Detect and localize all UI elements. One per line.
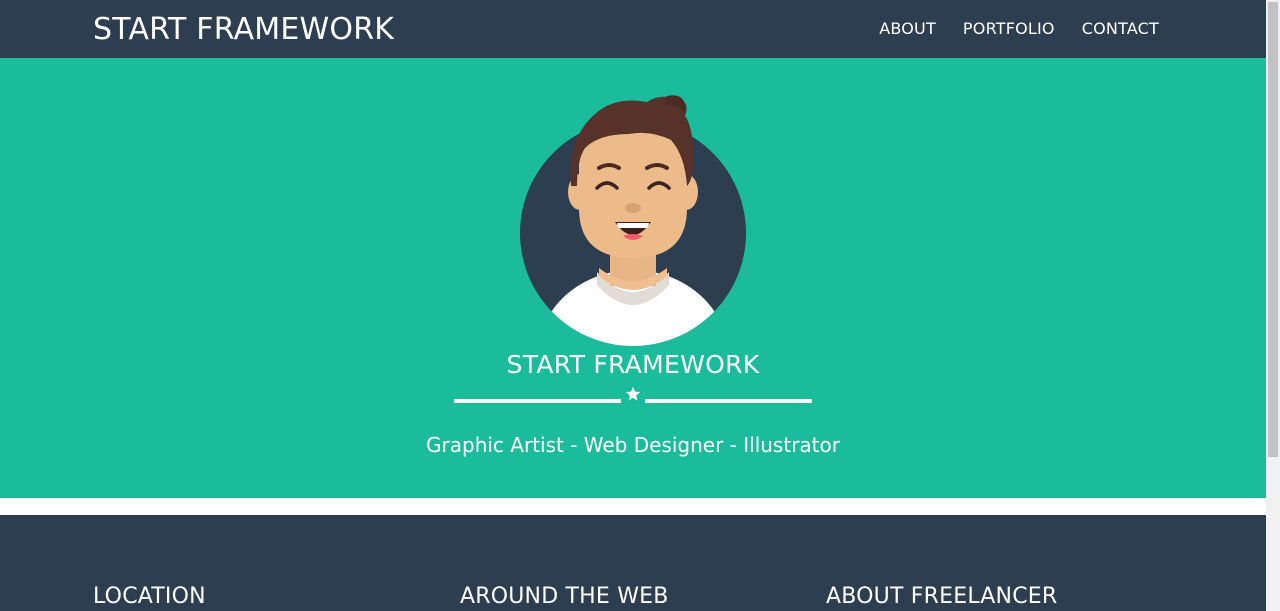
hero-title: START FRAMEWORK: [506, 350, 760, 379]
brand-link[interactable]: START FRAMEWORK: [93, 11, 394, 49]
vertical-scrollbar[interactable]: [1266, 0, 1280, 611]
nav-link-portfolio[interactable]: PORTFOLIO: [963, 19, 1055, 39]
nav-links: ABOUT PORTFOLIO CONTACT: [879, 19, 1159, 39]
navbar: START FRAMEWORK ABOUT PORTFOLIO CONTACT: [0, 0, 1266, 58]
footer-heading-around-the-web: AROUND THE WEB: [460, 584, 669, 609]
hero-divider: [454, 384, 812, 406]
hero-section: START FRAMEWORK Graphic Artist - Web Des…: [0, 58, 1266, 498]
nav-link-contact[interactable]: CONTACT: [1082, 19, 1159, 39]
divider-line-left: [454, 399, 621, 403]
footer: LOCATION AROUND THE WEB ABOUT FREELANCER: [0, 515, 1266, 611]
scrollbar-thumb[interactable]: [1268, 2, 1278, 457]
avatar-illustration: [520, 95, 746, 346]
page: START FRAMEWORK ABOUT PORTFOLIO CONTACT: [0, 0, 1266, 611]
hero-subtitle: Graphic Artist - Web Designer - Illustra…: [426, 433, 840, 457]
nav-link-about[interactable]: ABOUT: [879, 19, 936, 39]
footer-heading-about-freelancer: ABOUT FREELANCER: [826, 584, 1058, 609]
star-icon: [625, 386, 641, 401]
divider-line-right: [645, 399, 812, 403]
footer-heading-location: LOCATION: [93, 584, 206, 609]
